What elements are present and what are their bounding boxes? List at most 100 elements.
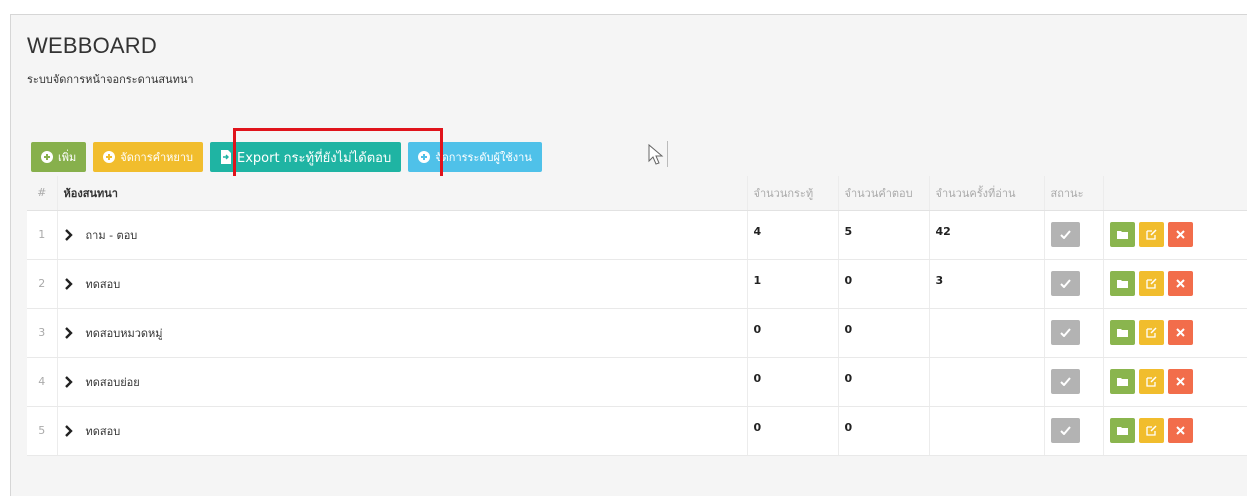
close-icon	[1175, 230, 1185, 239]
edit-icon	[1145, 327, 1157, 338]
table-header-row: # ห้องสนทนา จำนวนกระทู้ จำนวนคำตอบ จำนวน…	[27, 176, 1247, 211]
table-row: 5 ทดสอบ 0 0	[27, 406, 1247, 456]
row-index: 3	[27, 308, 57, 358]
delete-button[interactable]	[1167, 271, 1193, 296]
folder-icon	[1116, 427, 1128, 435]
row-views	[928, 308, 1044, 358]
row-topics: 4	[746, 210, 838, 260]
chevron-right-icon[interactable]	[64, 326, 74, 339]
row-index: 2	[27, 259, 57, 309]
row-room-cell[interactable]: ถาม - ตอบ	[56, 210, 747, 260]
row-views	[928, 406, 1044, 456]
row-actions-cell	[1102, 210, 1247, 260]
row-room-cell[interactable]: ทดสอบหมวดหมู่	[56, 308, 747, 358]
edit-button[interactable]	[1138, 271, 1164, 296]
edit-button[interactable]	[1138, 418, 1164, 443]
open-button[interactable]	[1109, 222, 1135, 247]
close-icon	[1175, 426, 1185, 435]
delete-button[interactable]	[1167, 418, 1193, 443]
plus-circle-icon	[103, 151, 116, 163]
row-room-name: ทดสอบ	[85, 277, 121, 291]
table-row: 4 ทดสอบย่อย 0 0	[27, 357, 1247, 407]
row-status-cell	[1043, 308, 1103, 358]
row-views: 3	[928, 259, 1044, 309]
edit-icon	[1145, 229, 1157, 240]
check-icon	[1059, 279, 1071, 288]
chevron-right-icon[interactable]	[64, 375, 74, 388]
row-replies: 0	[837, 406, 929, 456]
row-room-name: ทดสอบย่อย	[85, 375, 140, 389]
row-room-cell[interactable]: ทดสอบ	[56, 406, 747, 456]
page-subtitle: ระบบจัดการหน้าจอกระดานสนทนา	[27, 73, 194, 86]
table-row: 2 ทดสอบ 1 0 3	[27, 259, 1247, 309]
delete-button[interactable]	[1167, 222, 1193, 247]
mouse-cursor-icon	[648, 143, 664, 165]
chevron-right-icon[interactable]	[64, 228, 74, 241]
row-room-name: ถาม - ตอบ	[85, 228, 138, 242]
table-row: 1 ถาม - ตอบ 4 5 42	[27, 210, 1247, 260]
row-status-cell	[1043, 357, 1103, 407]
status-toggle-button[interactable]	[1050, 222, 1080, 247]
row-actions-cell	[1102, 259, 1247, 309]
open-button[interactable]	[1109, 418, 1135, 443]
edit-button[interactable]	[1138, 222, 1164, 247]
table-row: 3 ทดสอบหมวดหมู่ 0 0	[27, 308, 1247, 358]
row-actions-cell	[1102, 406, 1247, 456]
row-topics: 0	[746, 357, 838, 407]
folder-icon	[1116, 280, 1128, 288]
check-icon	[1059, 328, 1071, 337]
add-button[interactable]: เพิ่ม	[31, 142, 87, 172]
row-room-cell[interactable]: ทดสอบย่อย	[56, 357, 747, 407]
row-index: 5	[27, 406, 57, 456]
edit-button[interactable]	[1138, 369, 1164, 394]
manage-bad-words-label: จัดการคำหยาบ	[120, 151, 193, 164]
chevron-right-icon[interactable]	[64, 424, 74, 437]
row-replies: 0	[837, 259, 929, 309]
row-room-name: ทดสอบ	[85, 424, 121, 438]
divider	[667, 141, 668, 167]
manage-bad-words-button[interactable]: จัดการคำหยาบ	[93, 142, 203, 172]
status-toggle-button[interactable]	[1050, 271, 1080, 296]
status-toggle-button[interactable]	[1050, 418, 1080, 443]
row-index: 1	[27, 210, 57, 260]
open-button[interactable]	[1109, 271, 1135, 296]
row-status-cell	[1043, 210, 1103, 260]
status-toggle-button[interactable]	[1050, 369, 1080, 394]
row-room-cell[interactable]: ทดสอบ	[56, 259, 747, 309]
file-export-icon	[221, 150, 231, 164]
delete-button[interactable]	[1167, 320, 1193, 345]
plus-circle-icon	[41, 151, 53, 163]
header-index: #	[27, 176, 57, 211]
webboard-panel: WEBBOARD ระบบจัดการหน้าจอกระดานสนทนา เพิ…	[10, 14, 1247, 496]
close-icon	[1175, 377, 1185, 386]
webboard-table: # ห้องสนทนา จำนวนกระทู้ จำนวนคำตอบ จำนวน…	[27, 176, 1247, 456]
row-actions-cell	[1102, 357, 1247, 407]
close-icon	[1175, 328, 1185, 337]
row-views: 42	[928, 210, 1044, 260]
edit-icon	[1145, 425, 1157, 436]
edit-button[interactable]	[1138, 320, 1164, 345]
folder-icon	[1116, 329, 1128, 337]
check-icon	[1059, 377, 1071, 386]
row-topics: 0	[746, 308, 838, 358]
chevron-right-icon[interactable]	[64, 277, 74, 290]
open-button[interactable]	[1109, 369, 1135, 394]
manage-user-levels-label: จัดการระดับผู้ใช้งาน	[435, 151, 532, 164]
row-replies: 0	[837, 357, 929, 407]
edit-icon	[1145, 278, 1157, 289]
row-index: 4	[27, 357, 57, 407]
header-room: ห้องสนทนา	[56, 176, 747, 211]
header-topics: จำนวนกระทู้	[746, 176, 838, 211]
delete-button[interactable]	[1167, 369, 1193, 394]
folder-icon	[1116, 378, 1128, 386]
row-topics: 0	[746, 406, 838, 456]
header-views: จำนวนครั้งที่อ่าน	[928, 176, 1044, 211]
status-toggle-button[interactable]	[1050, 320, 1080, 345]
row-replies: 0	[837, 308, 929, 358]
open-button[interactable]	[1109, 320, 1135, 345]
row-replies: 5	[837, 210, 929, 260]
row-room-name: ทดสอบหมวดหมู่	[85, 326, 163, 340]
page-title: WEBBOARD	[27, 33, 157, 58]
close-icon	[1175, 279, 1185, 288]
check-icon	[1059, 426, 1071, 435]
